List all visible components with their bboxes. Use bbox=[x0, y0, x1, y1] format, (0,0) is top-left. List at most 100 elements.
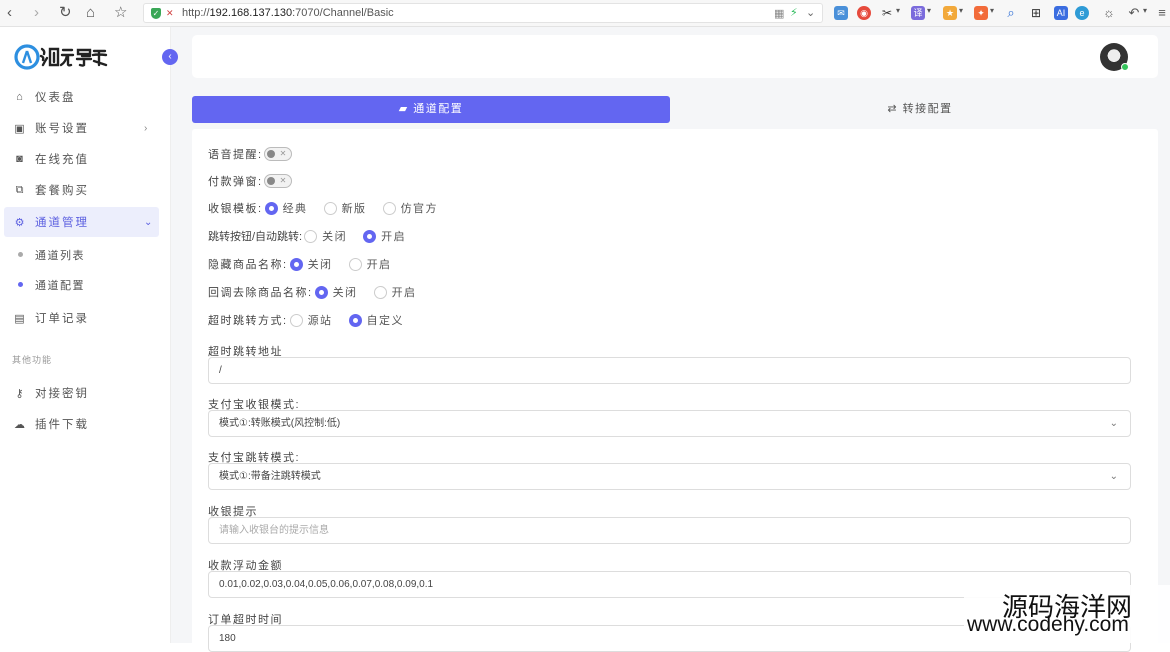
browser-toolbar: ‹ › ↻ ⌂ ☆ ✓ ✕ http://192.168.137.130:707… bbox=[0, 0, 1170, 27]
radio-jump-on[interactable]: 开启 bbox=[363, 228, 406, 244]
config-tabs: ▰ 通道配置 ⇄ 转接配置 bbox=[192, 96, 1158, 124]
chevron-down-icon[interactable]: ▾ bbox=[959, 6, 963, 15]
radio-hide-off[interactable]: 关闭 bbox=[289, 256, 333, 272]
game-icon[interactable]: ✦ bbox=[974, 6, 988, 20]
field-label: 跳转按钮/自动跳转: bbox=[208, 231, 303, 243]
field-label: 语音提醒: bbox=[208, 149, 263, 161]
recharge-icon: ◙ bbox=[16, 153, 23, 165]
sidebar-item-label: 在线充值 bbox=[35, 154, 89, 166]
tab-label: 通道配置 bbox=[413, 103, 464, 115]
chevron-down-icon[interactable]: ▾ bbox=[896, 6, 900, 15]
brightness-icon[interactable]: ☼ bbox=[1102, 6, 1116, 20]
sidebar-item-plugin-download[interactable]: ☁ 插件下载 bbox=[0, 409, 170, 439]
radio-jump-off[interactable]: 关闭 bbox=[304, 228, 347, 244]
translate-icon[interactable]: 译 bbox=[911, 6, 925, 20]
account-icon: ▣ bbox=[14, 122, 25, 135]
sidebar-item-orders[interactable]: ▤ 订单记录 bbox=[0, 303, 170, 333]
field-label: 超时跳转方式: bbox=[208, 315, 288, 327]
radio-custom[interactable]: 自定义 bbox=[348, 312, 405, 328]
chevron-down-icon: ⌄ bbox=[1109, 418, 1118, 429]
undo-icon[interactable]: ↶ bbox=[1127, 6, 1141, 20]
alipay-jump-select[interactable]: 模式①:带备注跳转模式 ⌄ bbox=[208, 463, 1131, 490]
sidebar-item-api-key[interactable]: ⚷ 对接密钥 bbox=[0, 378, 170, 408]
reload-icon[interactable]: ↻ bbox=[59, 5, 72, 21]
header-bar bbox=[192, 35, 1158, 78]
pay-popup-row: 付款弹窗: ✕ bbox=[208, 173, 292, 189]
voice-alert-toggle[interactable]: ✕ bbox=[263, 147, 292, 161]
shield-icon: ✓ bbox=[151, 8, 161, 19]
radio-classic[interactable]: 经典 bbox=[264, 200, 308, 216]
order-icon: ▤ bbox=[14, 312, 25, 325]
chevron-down-icon[interactable]: ▾ bbox=[1143, 6, 1147, 15]
radio-new[interactable]: 新版 bbox=[323, 200, 367, 216]
chevron-down-icon: ⌄ bbox=[144, 216, 153, 228]
key-icon: ⚷ bbox=[15, 387, 24, 400]
insecure-icon: ✕ bbox=[166, 8, 174, 18]
ai-icon[interactable]: AI bbox=[1054, 6, 1068, 20]
online-status-icon bbox=[1121, 63, 1129, 71]
field-label: 收银模板: bbox=[208, 203, 263, 215]
gear-icon: ⚙ bbox=[14, 216, 25, 229]
sidebar-subitem-channel-config[interactable]: 通道配置 bbox=[0, 272, 170, 296]
home-icon: ⌂ bbox=[16, 91, 23, 103]
mail-icon[interactable]: ✉ bbox=[834, 6, 848, 20]
search-icon[interactable]: ⌕ bbox=[1004, 6, 1018, 20]
chevron-down-icon[interactable]: ▾ bbox=[990, 6, 994, 15]
sidebar-subitem-label: 通道列表 bbox=[35, 250, 85, 262]
timeout-url-input[interactable]: / bbox=[208, 357, 1131, 384]
weibo-icon[interactable]: ◉ bbox=[857, 6, 871, 20]
home-icon[interactable]: ⌂ bbox=[86, 5, 95, 21]
shield-ext-icon[interactable]: ★ bbox=[943, 6, 957, 20]
cashier-template-row: 收银模板: 经典 新版 仿官方 bbox=[208, 200, 452, 216]
field-label: 回调去除商品名称: bbox=[208, 287, 313, 299]
tab-transfer-config[interactable]: ⇄ 转接配置 bbox=[682, 96, 1158, 123]
tab-label: 转接配置 bbox=[902, 103, 953, 115]
menu-icon[interactable]: ≡ bbox=[1155, 6, 1169, 20]
watermark-url: www.codehy.com bbox=[967, 613, 1129, 636]
field-label: 隐藏商品名称: bbox=[208, 259, 288, 271]
radio-callback-off[interactable]: 关闭 bbox=[314, 284, 358, 300]
cloud-download-icon: ☁ bbox=[14, 418, 25, 431]
sidebar-item-label: 订单记录 bbox=[35, 313, 89, 325]
cashier-tip-input[interactable]: 请输入收银台的提示信息 bbox=[208, 517, 1131, 544]
sidebar-item-recharge[interactable]: ◙ 在线充值 bbox=[0, 144, 170, 174]
bullet-icon bbox=[18, 252, 23, 257]
sidebar-subitem-label: 通道配置 bbox=[35, 280, 85, 292]
config-form: 语音提醒: ✕ 付款弹窗: ✕ 收银模板: 经典 新版 仿官方 跳转按钮/自动跳… bbox=[192, 129, 1158, 652]
back-icon[interactable]: ‹ bbox=[7, 5, 12, 21]
sidebar-item-package[interactable]: ⧉ 套餐购买 bbox=[0, 175, 170, 205]
lightning-icon[interactable]: ⚡ bbox=[790, 6, 798, 19]
scissors-icon[interactable]: ✂ bbox=[880, 6, 894, 20]
forward-icon[interactable]: › bbox=[34, 5, 39, 21]
radio-hide-on[interactable]: 开启 bbox=[348, 256, 392, 272]
url-text: http://192.168.137.130:7070/Channel/Basi… bbox=[182, 7, 394, 19]
sidebar-item-channel-management[interactable]: ⚙ 通道管理 ⌄ bbox=[4, 207, 159, 237]
radio-source-site[interactable]: 源站 bbox=[289, 312, 333, 328]
chevron-down-icon[interactable]: ⌄ bbox=[806, 6, 815, 19]
sidebar-item-label: 账号设置 bbox=[35, 123, 89, 135]
chevron-down-icon[interactable]: ▾ bbox=[927, 6, 931, 15]
sidebar-subitem-channel-list[interactable]: 通道列表 bbox=[0, 242, 170, 266]
qr-code-icon[interactable]: ▦ bbox=[774, 7, 784, 20]
radio-callback-on[interactable]: 开启 bbox=[373, 284, 417, 300]
swap-icon: ⇄ bbox=[887, 103, 903, 115]
avatar[interactable] bbox=[1100, 43, 1129, 71]
sidebar-item-label: 插件下载 bbox=[35, 419, 89, 431]
radio-official[interactable]: 仿官方 bbox=[382, 200, 439, 216]
timeout-jump-row: 超时跳转方式: 源站 自定义 bbox=[208, 312, 418, 328]
address-bar[interactable]: ✓ ✕ http://192.168.137.130:7070/Channel/… bbox=[143, 3, 823, 23]
site-logo bbox=[14, 44, 108, 70]
tab-channel-config[interactable]: ▰ 通道配置 bbox=[192, 96, 670, 123]
browser-ext-icon[interactable]: e bbox=[1075, 6, 1089, 20]
collapse-sidebar-button[interactable]: ‹ bbox=[162, 49, 178, 65]
sidebar-item-account[interactable]: ▣ 账号设置 › bbox=[0, 113, 170, 143]
field-label: 付款弹窗: bbox=[208, 176, 263, 188]
bookmark-star-icon[interactable]: ☆ bbox=[114, 5, 127, 21]
chevron-down-icon: ⌄ bbox=[1109, 471, 1118, 482]
grid-icon[interactable]: ⊞ bbox=[1029, 6, 1043, 20]
sidebar-item-dashboard[interactable]: ⌂ 仪表盘 bbox=[0, 82, 170, 112]
pay-popup-toggle[interactable]: ✕ bbox=[263, 174, 292, 188]
alipay-cashier-select[interactable]: 模式①:转账模式(风控制:低) ⌄ bbox=[208, 410, 1131, 437]
comment-icon: ▰ bbox=[398, 103, 414, 115]
bullet-icon bbox=[18, 282, 23, 287]
